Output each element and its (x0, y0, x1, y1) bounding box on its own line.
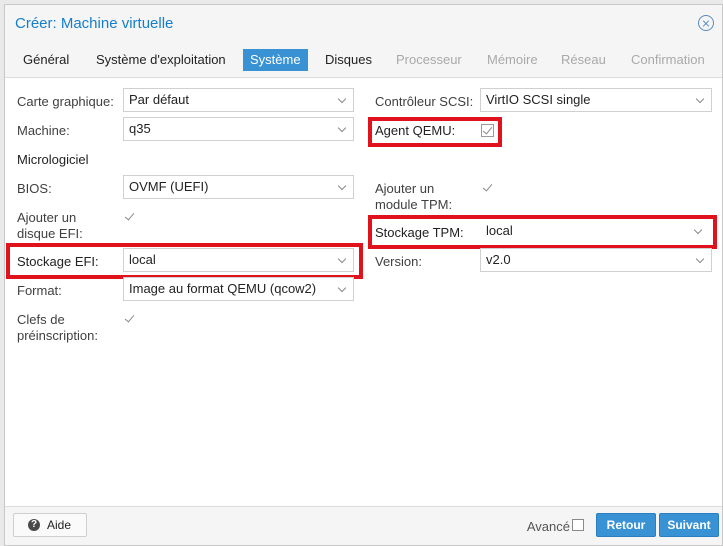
help-button[interactable]: ? Aide (13, 513, 87, 537)
scsi-value: VirtIO SCSI single (486, 92, 591, 107)
efi-disk-checkbox[interactable] (123, 211, 136, 224)
machine-value: q35 (129, 121, 151, 136)
chevron-down-icon[interactable] (337, 283, 347, 293)
tab-network: Réseau (561, 52, 606, 67)
bios-value: OVMF (UEFI) (129, 179, 209, 194)
graphics-label: Carte graphique: (17, 94, 114, 109)
format-value: Image au format QEMU (qcow2) (129, 281, 317, 296)
chevron-down-icon[interactable] (337, 181, 347, 191)
efi-storage-label: Stockage EFI: (17, 254, 99, 269)
wizard-tabs: Général Système d'exploitation Système D… (5, 41, 722, 78)
tpm-storage-select[interactable]: local (480, 219, 710, 243)
close-icon[interactable] (698, 15, 714, 31)
dialog-footer: ? Aide Avancé Retour Suivant (5, 506, 722, 545)
format-label: Format: (17, 283, 62, 298)
tpm-label-line2: module TPM: (375, 197, 453, 212)
version-select[interactable]: v2.0 (480, 248, 712, 272)
efi-storage-value: local (129, 252, 156, 267)
help-label: Aide (47, 518, 72, 532)
version-value: v2.0 (486, 252, 511, 267)
tab-cpu: Processeur (396, 52, 462, 67)
next-button[interactable]: Suivant (659, 513, 719, 537)
efi-disk-label-line2: disque EFI: (17, 226, 83, 241)
bios-label: BIOS: (17, 181, 52, 196)
qemu-agent-checkbox[interactable] (481, 124, 494, 137)
dialog-titlebar: Créer: Machine virtuelle (5, 5, 722, 41)
tpm-module-checkbox[interactable] (481, 182, 494, 195)
chevron-down-icon[interactable] (337, 254, 347, 264)
chevron-down-icon[interactable] (695, 254, 705, 264)
tpm-storage-value: local (486, 223, 513, 238)
firmware-section-title: Micrologiciel (17, 152, 89, 167)
machine-label: Machine: (17, 123, 70, 138)
qemu-agent-label: Agent QEMU: (375, 123, 456, 138)
tab-confirmation: Confirmation (631, 52, 705, 67)
advanced-checkbox[interactable] (572, 519, 584, 531)
back-button[interactable]: Retour (596, 513, 656, 537)
help-icon: ? (28, 519, 40, 531)
chevron-down-icon[interactable] (337, 94, 347, 104)
graphics-select[interactable]: Par défaut (123, 88, 354, 112)
efi-storage-select[interactable]: local (123, 248, 354, 272)
chevron-down-icon[interactable] (337, 123, 347, 133)
tpm-label-line1: Ajouter un (375, 181, 435, 196)
tab-system[interactable]: Système (243, 49, 308, 71)
pre-enrolled-keys-checkbox[interactable] (123, 313, 136, 326)
keys-label-line2: préinscription: (17, 328, 98, 343)
advanced-label: Avancé (526, 519, 570, 534)
graphics-value: Par défaut (129, 92, 189, 107)
tab-disks[interactable]: Disques (318, 49, 379, 71)
efi-disk-label-line1: Ajouter un (17, 210, 77, 225)
system-form: Carte graphique: Par défaut Machine: q35… (5, 78, 722, 507)
chevron-down-icon[interactable] (693, 225, 703, 235)
tab-memory: Mémoire (487, 52, 538, 67)
dialog-title: Créer: Machine virtuelle (15, 15, 174, 32)
version-label: Version: (375, 254, 422, 269)
tab-os[interactable]: Système d'exploitation (89, 49, 233, 71)
format-select[interactable]: Image au format QEMU (qcow2) (123, 277, 354, 301)
keys-label-line1: Clefs de (17, 312, 65, 327)
tab-general[interactable]: Général (16, 49, 76, 71)
machine-select[interactable]: q35 (123, 117, 354, 141)
bios-select[interactable]: OVMF (UEFI) (123, 175, 354, 199)
scsi-select[interactable]: VirtIO SCSI single (480, 88, 712, 112)
tpm-storage-label: Stockage TPM: (375, 225, 464, 240)
create-vm-dialog: Créer: Machine virtuelle Général Système… (4, 4, 723, 546)
chevron-down-icon[interactable] (695, 94, 705, 104)
scsi-label: Contrôleur SCSI: (375, 94, 474, 109)
